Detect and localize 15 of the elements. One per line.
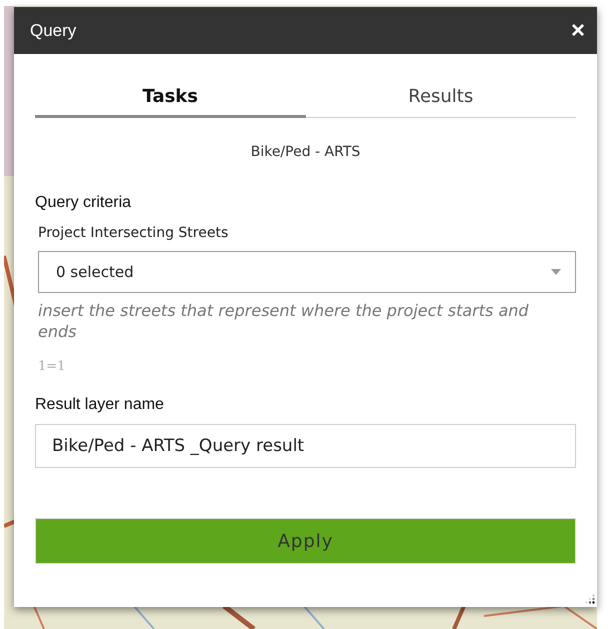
- close-button[interactable]: ×: [570, 18, 585, 42]
- apply-button[interactable]: Apply: [35, 518, 576, 564]
- field-label: Result layer name: [35, 396, 165, 414]
- task-name: Bike/Ped - ARTS: [250, 144, 362, 160]
- tab[interactable]: Results: [306, 82, 576, 118]
- tab[interactable]: Tasks: [35, 82, 306, 118]
- streets-select[interactable]: 0 selected: [38, 251, 576, 293]
- field-label: Project Intersecting Streets: [38, 225, 230, 241]
- input-field[interactable]: Bike/Ped - ARTS _Query result: [35, 424, 576, 468]
- window-title: Query: [30, 20, 76, 40]
- hint-text: insert the streets that represent where the project starts and ends: [38, 300, 530, 342]
- section-heading: Query criteria: [35, 194, 132, 212]
- caret-icon: [551, 269, 561, 275]
- expression-text: 1=1: [38, 359, 66, 374]
- resize-grip-icon[interactable]: [585, 594, 595, 604]
